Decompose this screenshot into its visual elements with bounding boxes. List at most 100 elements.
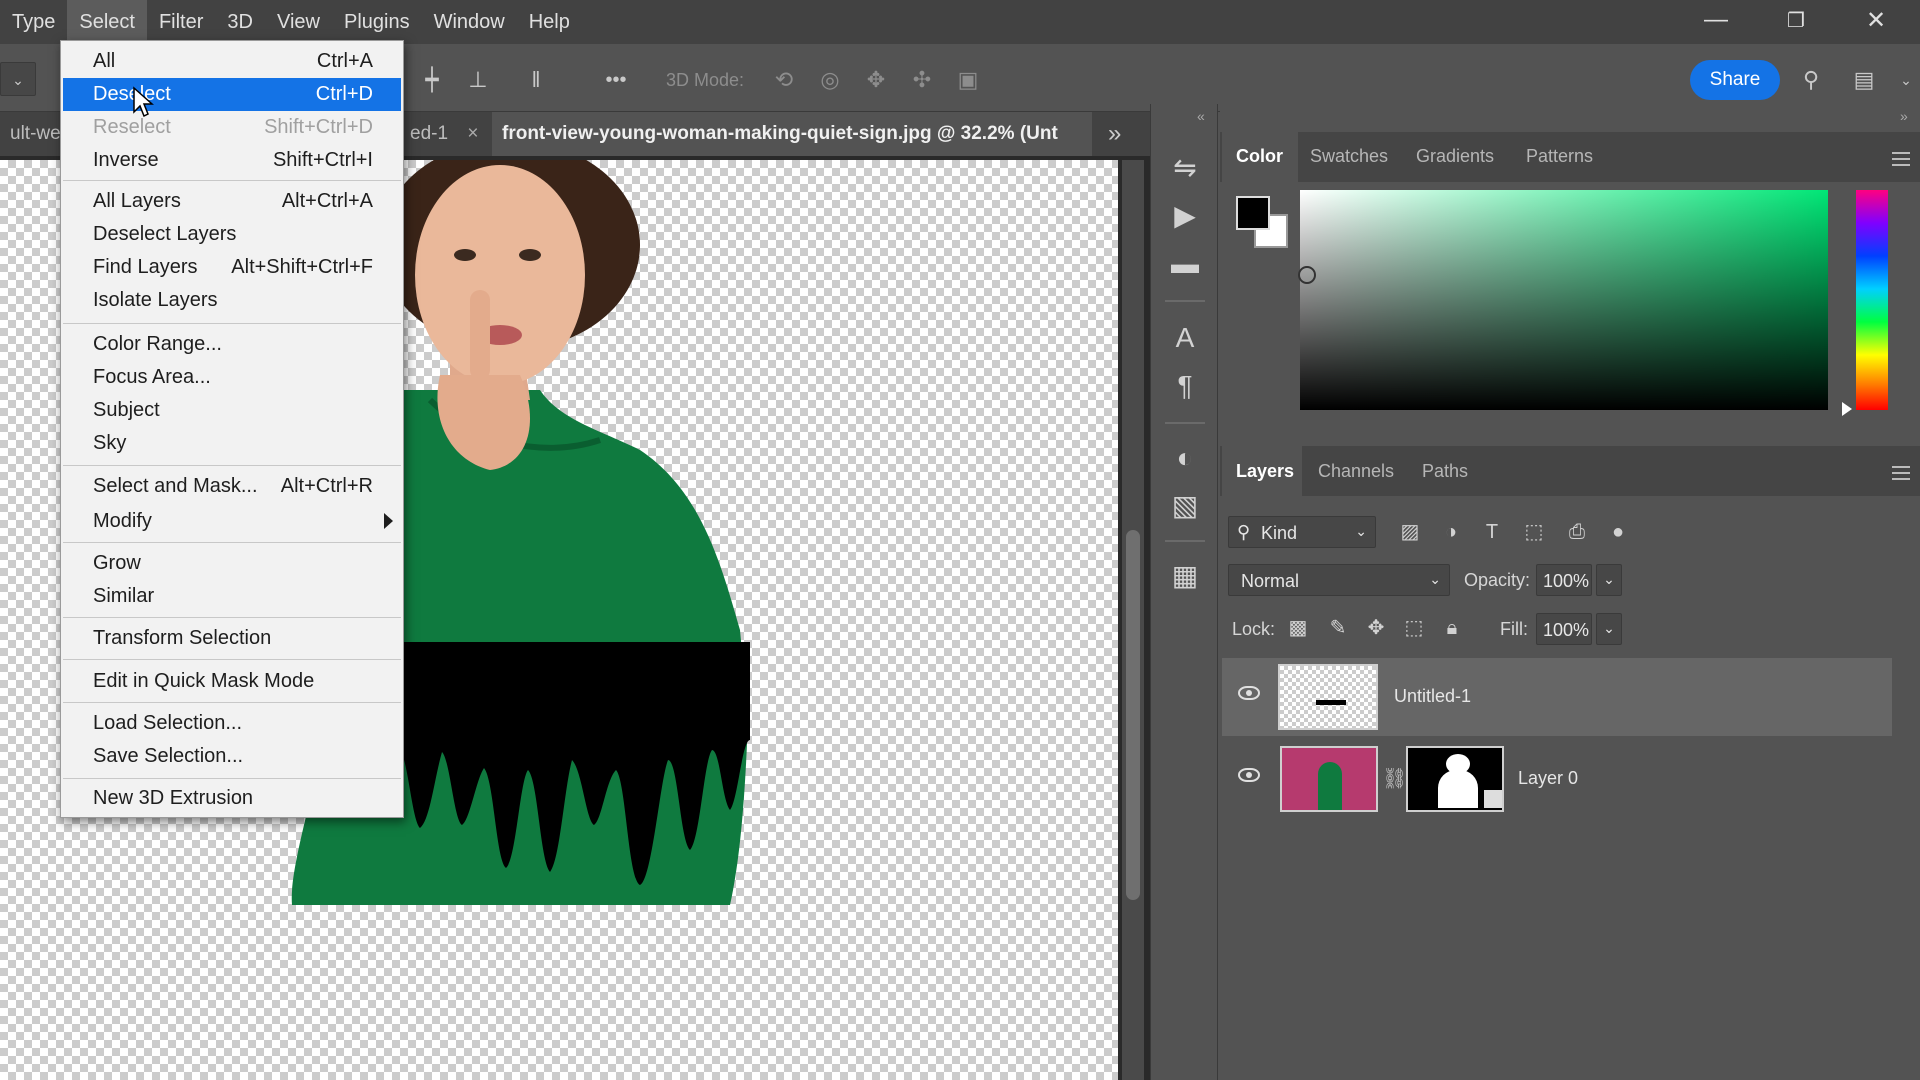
tab-layers[interactable]: Layers <box>1236 461 1294 482</box>
menu-item-transform-selection[interactable]: Transform Selection <box>63 622 401 655</box>
character-icon[interactable]: A <box>1167 320 1203 356</box>
minimize-button[interactable]: — <box>1676 0 1756 40</box>
3d-orbit-icon[interactable]: ⟲ <box>770 66 798 94</box>
blend-mode-select[interactable]: Normal ⌄ <box>1228 564 1450 596</box>
scrollbar-thumb[interactable] <box>1126 530 1140 900</box>
lock-position-icon[interactable]: ✥ <box>1362 614 1390 642</box>
menu-item-grow[interactable]: Grow <box>63 547 401 580</box>
3d-slide-icon[interactable]: ✣ <box>908 66 936 94</box>
lock-all-icon[interactable]: 🔒︎ <box>1438 614 1466 642</box>
eye-icon[interactable] <box>1238 686 1260 700</box>
menu-plugins[interactable]: Plugins <box>332 0 422 44</box>
share-button[interactable]: Share <box>1690 60 1780 100</box>
workspace-icon[interactable]: ▤ <box>1850 66 1878 94</box>
menu-item-focus-area[interactable]: Focus Area... <box>63 361 401 394</box>
tab-patterns[interactable]: Patterns <box>1526 146 1593 167</box>
layer-name[interactable]: Layer 0 <box>1518 768 1578 789</box>
tab-close-icon[interactable]: × <box>467 123 478 144</box>
color-field[interactable] <box>1300 190 1828 410</box>
menu-item-inverse[interactable]: Inverse Shift+Ctrl+I <box>63 144 401 177</box>
lock-brush-icon[interactable]: ✎ <box>1324 614 1352 642</box>
menu-item-new-3d-extrusion[interactable]: New 3D Extrusion <box>63 782 401 815</box>
tab-gradients[interactable]: Gradients <box>1416 146 1494 167</box>
filter-shape-icon[interactable]: ⬚ <box>1520 518 1548 546</box>
tab-document-2[interactable]: ed-1 × <box>400 112 488 156</box>
menu-type[interactable]: Type <box>0 0 67 44</box>
restore-button[interactable]: ❐ <box>1756 0 1836 40</box>
filter-toggle-icon[interactable]: ● <box>1604 518 1632 546</box>
search-icon[interactable]: ⚲ <box>1797 66 1825 94</box>
color-picker-circle[interactable] <box>1298 266 1316 284</box>
menu-item-modify[interactable]: Modify <box>63 505 401 538</box>
menu-view[interactable]: View <box>265 0 332 44</box>
opacity-input[interactable]: 100% <box>1536 564 1592 596</box>
align-bottom-icon[interactable]: ⊥ <box>464 66 492 94</box>
hue-slider-handle[interactable] <box>1842 402 1852 416</box>
layer-row-untitled-1[interactable]: Untitled-1 <box>1222 658 1892 736</box>
tab-swatches[interactable]: Swatches <box>1310 146 1388 167</box>
tab-channels[interactable]: Channels <box>1318 461 1394 482</box>
paragraph-icon[interactable]: ¶ <box>1167 368 1203 404</box>
tab-paths[interactable]: Paths <box>1422 461 1468 482</box>
mask-link-icon[interactable]: ⛓︎ <box>1382 766 1407 791</box>
menu-item-isolate-layers[interactable]: Isolate Layers <box>63 284 401 317</box>
tab-overflow-icon[interactable]: » <box>1108 112 1121 156</box>
menu-item-select-and-mask[interactable]: Select and Mask... Alt+Ctrl+R <box>63 470 401 503</box>
opacity-dropdown-icon[interactable]: ⌄ <box>1596 564 1622 596</box>
fill-dropdown-icon[interactable]: ⌄ <box>1596 613 1622 645</box>
comments-icon[interactable]: ▬ <box>1167 246 1203 282</box>
foreground-color-swatch[interactable] <box>1236 196 1270 230</box>
menu-item-deselect[interactable]: Deselect Ctrl+D <box>63 78 401 111</box>
menu-item-load-selection[interactable]: Load Selection... <box>63 707 401 740</box>
libraries-icon[interactable]: ▦ <box>1167 558 1203 594</box>
lock-transparent-icon[interactable]: ▩ <box>1284 614 1312 642</box>
more-options-icon[interactable]: ••• <box>596 66 636 94</box>
menu-item-similar[interactable]: Similar <box>63 580 401 613</box>
layers-panel-menu-icon[interactable] <box>1892 466 1910 480</box>
align-vertical-center-icon[interactable]: ┿ <box>418 66 446 94</box>
menu-select[interactable]: Select <box>67 0 147 44</box>
properties-icon[interactable]: ▧ <box>1167 488 1203 524</box>
filter-type-icon[interactable]: T <box>1478 518 1506 546</box>
lock-artboard-icon[interactable]: ⬚ <box>1400 614 1428 642</box>
menu-item-subject[interactable]: Subject <box>63 394 401 427</box>
3d-camera-icon[interactable]: ▣ <box>954 66 982 94</box>
color-panel-menu-icon[interactable] <box>1892 152 1910 166</box>
menu-item-all-layers[interactable]: All Layers Alt+Ctrl+A <box>63 185 401 218</box>
menu-window[interactable]: Window <box>422 0 517 44</box>
layer-mask-thumbnail[interactable] <box>1406 746 1504 812</box>
layer-filter-kind-select[interactable]: ⚲ Kind ⌄ <box>1228 516 1376 548</box>
menu-item-save-selection[interactable]: Save Selection... <box>63 740 401 773</box>
3d-roll-icon[interactable]: ◎ <box>816 66 844 94</box>
distribute-icon[interactable]: ‖ <box>522 66 550 94</box>
menu-3d[interactable]: 3D <box>215 0 265 44</box>
tab-document-active[interactable]: front-view-young-woman-making-quiet-sign… <box>492 112 1092 156</box>
collapse-right-icon[interactable]: » <box>1900 108 1908 124</box>
menu-help[interactable]: Help <box>517 0 582 44</box>
menu-item-reselect[interactable]: Reselect Shift+Ctrl+D <box>63 111 401 144</box>
menu-item-deselect-layers[interactable]: Deselect Layers <box>63 218 401 251</box>
menu-item-find-layers[interactable]: Find Layers Alt+Shift+Ctrl+F <box>63 251 401 284</box>
menu-item-sky[interactable]: Sky <box>63 427 401 460</box>
layer-row-layer-0[interactable]: ⛓︎ Layer 0 <box>1222 740 1892 818</box>
layer-name[interactable]: Untitled-1 <box>1394 686 1471 707</box>
tool-preset-dropdown[interactable]: ⌄ <box>0 62 36 96</box>
eye-icon[interactable] <box>1238 768 1260 782</box>
menu-item-all[interactable]: All Ctrl+A <box>63 45 401 78</box>
actions-play-icon[interactable]: ▶ <box>1167 198 1203 234</box>
menu-item-color-range[interactable]: Color Range... <box>63 328 401 361</box>
hue-slider[interactable] <box>1856 190 1888 410</box>
menu-item-edit-quick-mask[interactable]: Edit in Quick Mask Mode <box>63 665 401 698</box>
menu-filter[interactable]: Filter <box>147 0 215 44</box>
fill-input[interactable]: 100% <box>1536 613 1592 645</box>
adjustments-icon[interactable]: ◐ <box>1167 440 1203 476</box>
tab-color[interactable]: Color <box>1236 146 1283 167</box>
filter-adjustment-icon[interactable]: ◑ <box>1437 518 1465 546</box>
filter-pixel-icon[interactable]: ▨ <box>1396 518 1424 546</box>
close-window-button[interactable]: ✕ <box>1836 0 1916 40</box>
3d-pan-icon[interactable]: ✥ <box>862 66 890 94</box>
workspace-dropdown-icon[interactable]: ⌄ <box>1892 66 1920 94</box>
history-icon[interactable]: ⇋ <box>1167 150 1203 186</box>
filter-smart-object-icon[interactable]: ⎙ <box>1563 518 1591 546</box>
vertical-scrollbar[interactable] <box>1122 160 1144 1080</box>
